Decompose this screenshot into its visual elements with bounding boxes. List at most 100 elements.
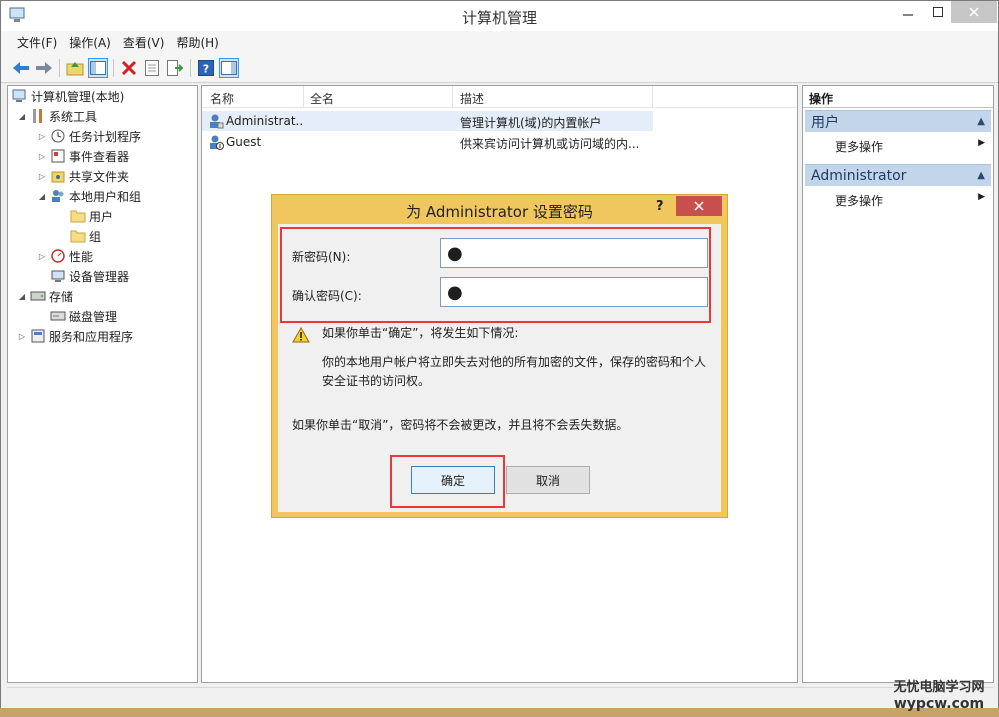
export-icon — [167, 60, 183, 76]
column-separator[interactable] — [652, 86, 653, 108]
collapsed-arrow-icon[interactable]: ▷ — [16, 332, 28, 341]
tools-icon — [30, 108, 46, 124]
performance-icon — [50, 248, 66, 264]
delete-x-icon — [121, 60, 137, 76]
collapsed-arrow-icon[interactable]: ▷ — [36, 252, 48, 261]
close-button[interactable] — [951, 1, 997, 23]
forward-arrow-icon — [36, 62, 52, 74]
action-section-label: 用户 — [811, 114, 839, 131]
disk-icon — [50, 308, 66, 324]
device-manager-icon — [50, 268, 66, 284]
shared-folder-icon — [50, 168, 66, 184]
users-groups-icon — [50, 188, 66, 204]
tree-item-users[interactable]: 用户 — [68, 206, 114, 226]
export-list-button[interactable] — [165, 58, 185, 78]
menu-file[interactable]: 文件(F) — [17, 34, 57, 51]
expanded-arrow-icon[interactable]: ◢ — [16, 292, 28, 301]
column-separator[interactable] — [303, 86, 304, 108]
console-tree-icon — [90, 61, 106, 75]
tree-item-task-scheduler[interactable]: ▷ 任务计划程序 — [36, 126, 141, 146]
services-icon — [30, 328, 46, 344]
collapse-up-icon[interactable]: ▲ — [977, 170, 985, 181]
action-item-label: 更多操作 — [835, 140, 884, 154]
watermark: 无忧电脑学习网 wypcw.com — [880, 680, 998, 716]
dialog-close-button[interactable] — [676, 196, 722, 216]
expanded-arrow-icon[interactable]: ◢ — [36, 192, 48, 201]
more-actions-users[interactable]: 更多操作 ▶ — [835, 138, 985, 155]
help-button[interactable]: ? — [196, 58, 216, 78]
menu-action[interactable]: 操作(A) — [69, 34, 111, 51]
tree-item-performance[interactable]: ▷ 性能 — [36, 246, 93, 266]
ok-button[interactable]: 确定 — [411, 466, 495, 494]
dialog-help-button[interactable]: ? — [656, 199, 664, 214]
cancel-button[interactable]: 取消 — [506, 466, 590, 494]
action-section-administrator[interactable]: Administrator ▲ — [805, 164, 991, 186]
show-tree-button[interactable] — [88, 58, 108, 78]
storage-icon — [30, 288, 46, 304]
action-section-users[interactable]: 用户 ▲ — [805, 110, 991, 132]
expanded-arrow-icon[interactable]: ◢ — [16, 112, 28, 121]
up-level-button[interactable] — [65, 58, 85, 78]
collapsed-arrow-icon[interactable]: ▷ — [36, 172, 48, 181]
folder-icon — [70, 228, 86, 244]
tree-item-shared-folders[interactable]: ▷ 共享文件夹 — [36, 166, 129, 186]
user-icon — [208, 113, 224, 132]
column-header-fullname[interactable]: 全名 — [310, 90, 334, 107]
warning-text: 如果你单击“确定”，将发生如下情况: — [322, 326, 519, 340]
menu-view[interactable]: 查看(V) — [123, 34, 165, 51]
minimize-icon — [903, 14, 913, 16]
table-row[interactable]: Administrat... 管理计算机(域)的内置帐户 — [202, 111, 653, 131]
tree-item-system-tools[interactable]: ◢ 系统工具 — [16, 106, 97, 126]
user-description: 供来宾访问计算机或访问域的内... — [460, 137, 640, 151]
tree-item-groups[interactable]: 组 — [68, 226, 101, 246]
tree-label: 存储 — [49, 289, 74, 304]
console-tree-pane: 计算机管理(本地) ◢ 系统工具 ▷ 任务计划程序 ▷ 事件查看器 ▷ 共享文件… — [7, 85, 198, 683]
help-icon: ? — [198, 60, 214, 76]
minimize-button[interactable] — [891, 1, 925, 23]
submenu-arrow-icon: ▶ — [978, 192, 985, 202]
toolbar-separator — [59, 59, 60, 77]
menu-help[interactable]: 帮助(H) — [176, 34, 218, 51]
user-disabled-icon — [208, 134, 224, 153]
tree-item-computer-management[interactable]: 计算机管理(本地) — [10, 86, 124, 106]
delete-button[interactable] — [119, 58, 139, 78]
show-action-pane-button[interactable] — [219, 58, 239, 78]
column-header-description[interactable]: 描述 — [460, 90, 484, 107]
close-icon — [694, 201, 704, 211]
new-password-label: 新密码(N): — [292, 250, 351, 264]
tree-label: 服务和应用程序 — [49, 329, 134, 344]
dialog-body: 新密码(N): ● 确认密码(C): ● 如果你单击“确定”，将发生如下情况: … — [278, 224, 721, 512]
tree-item-storage[interactable]: ◢ 存储 — [16, 286, 73, 306]
tree-label: 用户 — [89, 207, 114, 225]
user-name: Guest — [226, 135, 262, 149]
properties-button[interactable] — [142, 58, 162, 78]
maximize-button[interactable] — [921, 1, 955, 23]
tree-item-services-applications[interactable]: ▷ 服务和应用程序 — [16, 326, 133, 346]
collapsed-arrow-icon[interactable]: ▷ — [36, 132, 48, 141]
tree-item-disk-management[interactable]: 磁盘管理 — [48, 306, 117, 326]
back-button[interactable] — [11, 58, 31, 78]
confirm-password-field[interactable]: ● — [440, 277, 708, 307]
tree-item-event-viewer[interactable]: ▷ 事件查看器 — [36, 146, 129, 166]
column-header-name[interactable]: 名称 — [210, 90, 234, 107]
action-item-label: 更多操作 — [835, 194, 884, 208]
column-separator[interactable] — [452, 86, 453, 108]
tree-item-local-users-groups[interactable]: ◢ 本地用户和组 — [36, 186, 141, 206]
forward-button[interactable] — [34, 58, 54, 78]
table-row[interactable]: Guest 供来宾访问计算机或访问域的内... — [202, 132, 653, 152]
collapse-up-icon[interactable]: ▲ — [977, 116, 985, 127]
watermark-line2: wypcw.com — [893, 696, 985, 712]
close-icon — [969, 7, 979, 17]
tree-item-device-manager[interactable]: 设备管理器 — [48, 266, 129, 286]
watermark-line1: 无忧电脑学习网 — [893, 680, 985, 695]
collapsed-arrow-icon[interactable]: ▷ — [36, 152, 48, 161]
toolbar-separator — [190, 59, 191, 77]
more-actions-administrator[interactable]: 更多操作 ▶ — [835, 192, 985, 209]
tree-label: 计算机管理(本地) — [31, 89, 125, 104]
folder-up-icon — [66, 62, 84, 76]
event-viewer-icon — [50, 148, 66, 164]
tree-label: 共享文件夹 — [69, 169, 130, 184]
new-password-field[interactable]: ● — [440, 238, 708, 268]
action-pane-icon — [221, 61, 237, 75]
tree-label: 事件查看器 — [69, 149, 130, 164]
